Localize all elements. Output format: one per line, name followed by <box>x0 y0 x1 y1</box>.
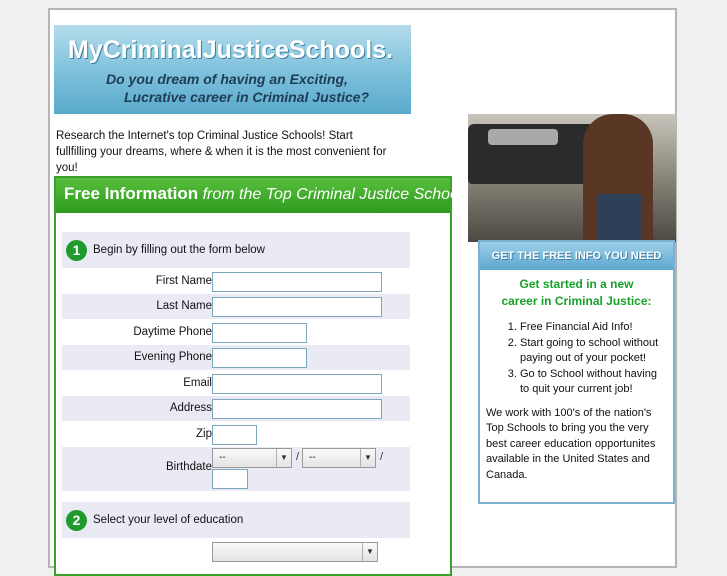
birth-month-value: -- <box>219 452 226 463</box>
step-1: 1 Begin by filling out the form below <box>62 232 410 268</box>
birthdate-label: Birthdate <box>165 461 212 473</box>
form-header-em: from the Top Criminal Justice Schools <box>198 186 471 203</box>
last-name-input[interactable] <box>212 297 382 317</box>
step-1-number-icon: 1 <box>66 239 87 261</box>
daytime-phone-row: Daytime Phone <box>62 320 410 345</box>
intro-text: Research the Internet's top Criminal Jus… <box>56 130 387 174</box>
birth-day-value: -- <box>309 452 316 463</box>
info-paragraph: We work with 100's of the nation's Top S… <box>486 406 656 481</box>
step-1-label: Begin by filling out the form below <box>93 244 265 256</box>
email-label: Email <box>183 377 212 389</box>
banner-tagline-2: Lucrative career in Criminal Justice? <box>124 89 370 105</box>
birthdate-row: Birthdate -- ▼ / -- ▼ / <box>62 447 410 491</box>
benefits-list: Free Financial Aid Info! Start going to … <box>480 320 673 398</box>
birth-month-select[interactable]: -- ▼ <box>212 448 292 468</box>
first-name-input[interactable] <box>212 272 382 292</box>
site-title: MyCriminalJusticeSchools. <box>68 36 394 64</box>
banner-tagline-1: Do you dream of having an Exciting, <box>106 71 348 87</box>
address-row: Address <box>62 396 410 421</box>
email-row: Email <box>62 371 410 396</box>
zip-label: Zip <box>196 428 212 440</box>
lead-form: Free Information from the Top Criminal J… <box>54 176 471 576</box>
daytime-phone-label: Daytime Phone <box>133 326 212 338</box>
evening-phone-input[interactable] <box>212 348 307 368</box>
page-container: MyCriminalJusticeSchools. Do you dream o… <box>48 8 677 576</box>
chevron-down-icon: ▼ <box>276 449 291 467</box>
step-2-label: Select your level of education <box>93 514 244 526</box>
info-title-line-2: career in Criminal Justice: <box>501 294 652 308</box>
form-header-strong: Free Information <box>64 184 199 203</box>
zip-input[interactable] <box>212 425 257 445</box>
evening-phone-label: Evening Phone <box>133 351 212 363</box>
site-banner[interactable]: MyCriminalJusticeSchools. Do you dream o… <box>54 25 411 114</box>
list-item: Go to School without having to quit your… <box>520 367 669 398</box>
hero-photo <box>468 114 676 242</box>
list-item: Start going to school without paying out… <box>520 336 669 367</box>
last-name-label: Last Name <box>156 300 212 312</box>
evening-phone-row: Evening Phone <box>62 345 410 370</box>
step-2-number-icon: 2 <box>66 509 87 531</box>
step-2: 2 Select your level of education <box>62 502 410 538</box>
info-header: GET THE FREE INFO YOU NEED <box>480 242 673 270</box>
chevron-down-icon: ▼ <box>362 543 377 561</box>
birth-year-input[interactable] <box>212 469 248 489</box>
first-name-row: First Name <box>62 269 410 294</box>
info-title-line-1: Get started in a new <box>519 277 634 291</box>
email-input[interactable] <box>212 374 382 394</box>
address-input[interactable] <box>212 399 382 419</box>
birthdate-separator-1: / <box>296 451 300 463</box>
last-name-row: Last Name <box>62 294 410 319</box>
daytime-phone-input[interactable] <box>212 323 307 343</box>
address-label: Address <box>169 402 212 414</box>
birthdate-separator-2: / <box>380 451 384 463</box>
first-name-label: First Name <box>155 275 212 287</box>
info-sidebar: GET THE FREE INFO YOU NEED Get started i… <box>478 240 675 504</box>
zip-row: Zip <box>62 422 410 447</box>
education-select[interactable]: ▼ <box>212 542 378 562</box>
info-title: Get started in a new career in Criminal … <box>480 276 673 310</box>
list-item: Free Financial Aid Info! <box>520 320 669 336</box>
birth-day-select[interactable]: -- ▼ <box>302 448 376 468</box>
form-header: Free Information from the Top Criminal J… <box>56 178 471 213</box>
chevron-down-icon: ▼ <box>360 449 375 467</box>
